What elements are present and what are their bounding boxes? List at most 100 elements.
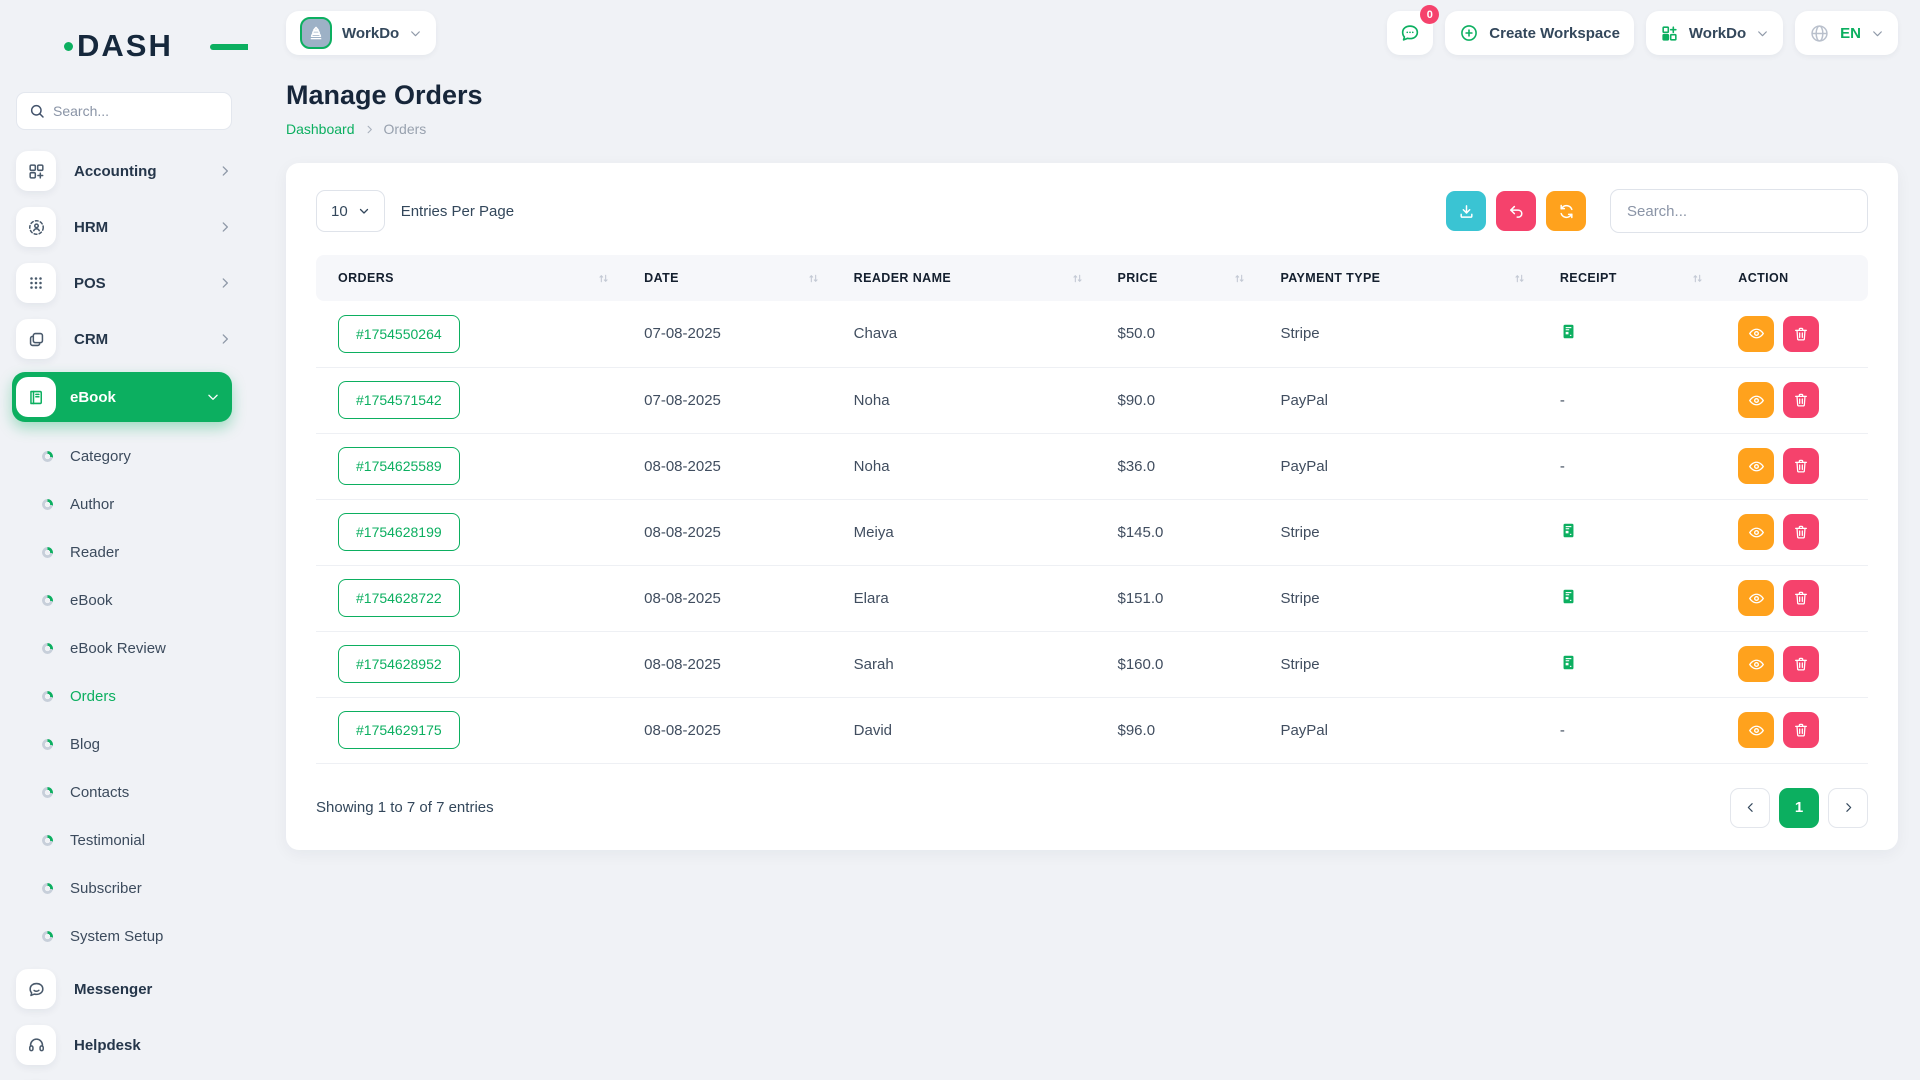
eye-icon: [1748, 722, 1765, 739]
chevron-down-icon: [358, 205, 370, 217]
view-order-button[interactable]: [1738, 382, 1774, 418]
order-id-badge[interactable]: #1754628199: [338, 513, 460, 551]
view-order-button[interactable]: [1738, 448, 1774, 484]
sidebar-item-label: POS: [74, 275, 218, 292]
sidebar-subitem-label: eBook Review: [70, 640, 166, 657]
topbar: WorkDo 0 Create Workspace: [286, 4, 1898, 62]
next-page-button[interactable]: [1828, 788, 1868, 828]
column-header-receipt[interactable]: RECEIPT: [1550, 255, 1728, 301]
delete-order-button[interactable]: [1783, 514, 1819, 550]
receipt-icon[interactable]: [1560, 522, 1577, 539]
column-header-price[interactable]: PRICE: [1108, 255, 1271, 301]
breadcrumb-dashboard-link[interactable]: Dashboard: [286, 121, 355, 137]
table-row: #1754550264 07-08-2025 Chava $50.0 Strip…: [316, 301, 1868, 367]
view-order-button[interactable]: [1738, 712, 1774, 748]
receipt-icon[interactable]: [1560, 654, 1577, 671]
orders-table: ORDERS DATE READER NAME PRICE PAYMENT TY…: [316, 255, 1868, 764]
sort-icon: [1071, 272, 1084, 285]
view-order-button[interactable]: [1738, 514, 1774, 550]
order-id-badge[interactable]: #1754628952: [338, 645, 460, 683]
sort-icon: [1691, 272, 1704, 285]
refresh-icon: [1558, 203, 1575, 220]
workspace-avatar: [300, 17, 332, 49]
bullet-icon: [42, 547, 53, 558]
messenger-icon: [16, 969, 56, 1009]
card-toolbar: 10 Entries Per Page: [316, 189, 1868, 233]
pos-icon: [16, 263, 56, 303]
order-id-badge[interactable]: #1754571542: [338, 381, 460, 419]
column-header-orders[interactable]: ORDERS: [316, 255, 634, 301]
language-label: EN: [1840, 25, 1861, 42]
table-header-row: ORDERS DATE READER NAME PRICE PAYMENT TY…: [316, 255, 1868, 301]
messenger-button[interactable]: 0: [1387, 11, 1433, 55]
sidebar-item-subscriber[interactable]: Subscriber: [16, 864, 232, 912]
receipt-icon[interactable]: [1560, 323, 1577, 340]
view-order-button[interactable]: [1738, 316, 1774, 352]
sidebar-item-ebook-review[interactable]: eBook Review: [16, 624, 232, 672]
sidebar-item-category[interactable]: Category: [16, 432, 232, 480]
delete-order-button[interactable]: [1783, 448, 1819, 484]
delete-order-button[interactable]: [1783, 316, 1819, 352]
sidebar-item-testimonial[interactable]: Testimonial: [16, 816, 232, 864]
sidebar-item-author[interactable]: Author: [16, 480, 232, 528]
view-order-button[interactable]: [1738, 580, 1774, 616]
order-id-badge[interactable]: #1754625589: [338, 447, 460, 485]
sidebar-search-input[interactable]: [53, 103, 219, 119]
previous-page-button[interactable]: [1730, 788, 1770, 828]
order-id-badge[interactable]: #1754629175: [338, 711, 460, 749]
export-button[interactable]: [1446, 191, 1486, 231]
sidebar-item-helpdesk[interactable]: Helpdesk: [16, 1022, 232, 1068]
chevron-down-icon: [1756, 27, 1769, 40]
column-header-reader-name[interactable]: READER NAME: [844, 255, 1108, 301]
sidebar-item-label: eBook: [70, 389, 206, 406]
delete-order-button[interactable]: [1783, 580, 1819, 616]
refresh-button[interactable]: [1546, 191, 1586, 231]
bullet-icon: [42, 787, 53, 798]
payment-type: Stripe: [1270, 631, 1549, 697]
delete-order-button[interactable]: [1783, 382, 1819, 418]
sidebar-search[interactable]: [16, 92, 232, 130]
language-selector[interactable]: EN: [1795, 11, 1898, 55]
sidebar-item-blog[interactable]: Blog: [16, 720, 232, 768]
receipt-icon[interactable]: [1560, 588, 1577, 605]
order-id-badge[interactable]: #1754628722: [338, 579, 460, 617]
back-button[interactable]: [1496, 191, 1536, 231]
sidebar-item-reader[interactable]: Reader: [16, 528, 232, 576]
trash-icon: [1793, 590, 1809, 606]
create-workspace-button[interactable]: Create Workspace: [1445, 11, 1634, 55]
ebook-icon: [16, 377, 56, 417]
column-header-payment-type[interactable]: PAYMENT TYPE: [1270, 255, 1549, 301]
sidebar-item-orders[interactable]: Orders: [16, 672, 232, 720]
entries-per-page-select[interactable]: 10: [316, 190, 385, 232]
row-actions: [1738, 382, 1858, 418]
view-order-button[interactable]: [1738, 646, 1774, 682]
delete-order-button[interactable]: [1783, 646, 1819, 682]
sidebar-item-ebook[interactable]: eBook: [12, 372, 232, 422]
delete-order-button[interactable]: [1783, 712, 1819, 748]
sidebar-item-pos[interactable]: POS: [16, 260, 232, 306]
headset-icon: [16, 1025, 56, 1065]
trash-icon: [1793, 458, 1809, 474]
main-content: WorkDo 0 Create Workspace: [248, 0, 1920, 1080]
sidebar-item-system-setup[interactable]: System Setup: [16, 912, 232, 960]
sidebar-item-messenger[interactable]: Messenger: [16, 966, 232, 1012]
column-header-date[interactable]: DATE: [634, 255, 844, 301]
sidebar-subitem-label: Testimonial: [70, 832, 145, 849]
brand-logo: DASH: [64, 24, 232, 68]
pagination: 1: [1730, 788, 1868, 828]
sidebar-item-crm[interactable]: CRM: [16, 316, 232, 362]
sidebar-item-hrm[interactable]: HRM: [16, 204, 232, 250]
order-date: 08-08-2025: [634, 433, 844, 499]
chevron-down-icon: [409, 27, 422, 40]
sidebar-item-accounting[interactable]: Accounting: [16, 148, 232, 194]
sidebar-item-contacts[interactable]: Contacts: [16, 768, 232, 816]
sort-icon: [1233, 272, 1246, 285]
sidebar-item-ebook-sub[interactable]: eBook: [16, 576, 232, 624]
workspace-selector[interactable]: WorkDo: [286, 11, 436, 55]
page-number-button[interactable]: 1: [1779, 788, 1819, 828]
table-search-input[interactable]: [1610, 189, 1868, 233]
order-price: $160.0: [1108, 631, 1271, 697]
row-actions: [1738, 712, 1858, 748]
order-id-badge[interactable]: #1754550264: [338, 315, 460, 353]
app-switcher[interactable]: WorkDo: [1646, 11, 1783, 55]
